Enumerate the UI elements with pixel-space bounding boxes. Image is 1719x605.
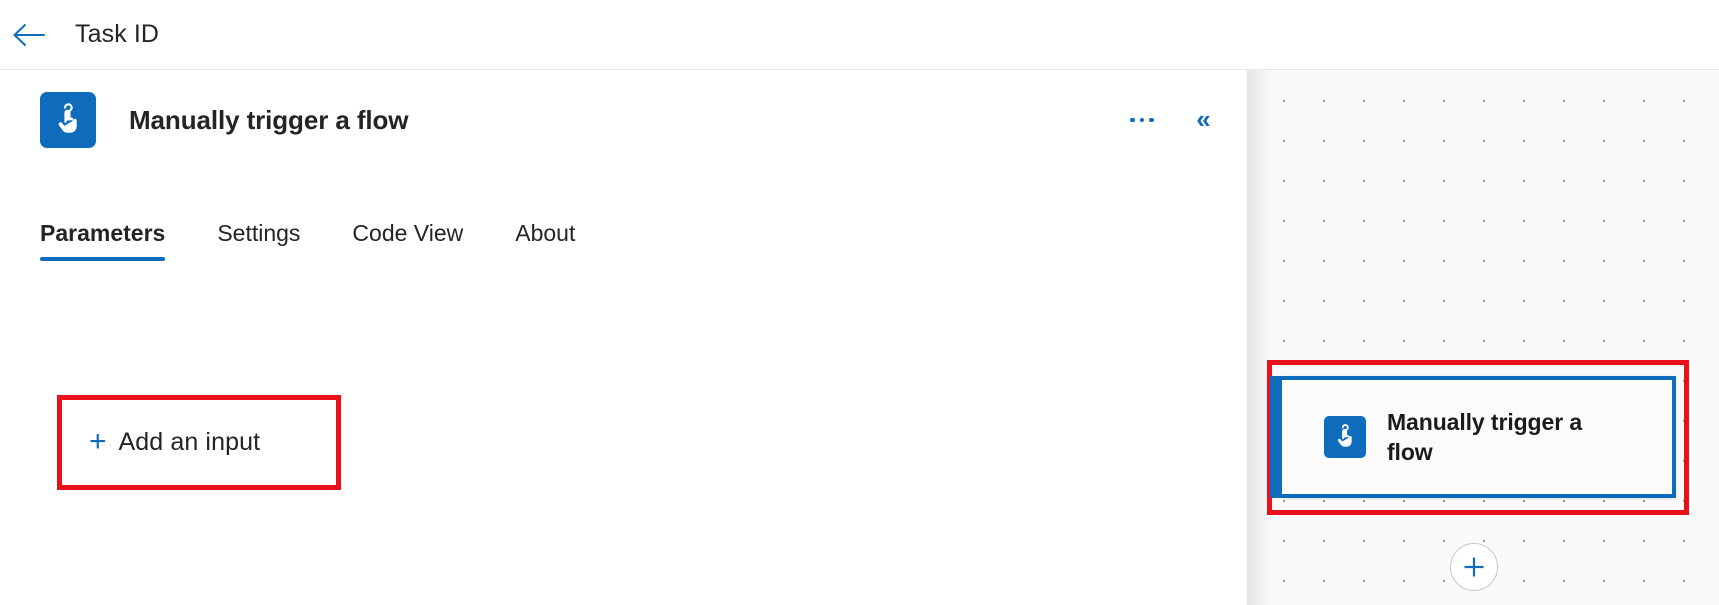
tab-parameters[interactable]: Parameters [40, 220, 166, 261]
ellipsis-horizontal-icon [1130, 117, 1154, 123]
add-an-input-label: Add an input [118, 428, 261, 456]
chevron-double-left-icon: « [1196, 104, 1211, 134]
add-node-button[interactable] [1450, 543, 1498, 591]
panel-header: Manually trigger a flow « [0, 70, 1247, 170]
main-content: Manually trigger a flow « Parameters Set… [0, 70, 1719, 605]
tab-label: Code View [352, 220, 464, 246]
add-an-input-button[interactable]: + Add an input [62, 400, 336, 485]
manual-trigger-tap-icon [40, 92, 96, 148]
flow-node-highlight-box: Manually trigger a flow [1267, 360, 1689, 515]
more-actions-button[interactable] [1123, 101, 1161, 139]
back-button[interactable] [6, 12, 52, 58]
manual-trigger-tap-icon [1324, 416, 1366, 458]
panel-title: Manually trigger a flow [129, 104, 409, 135]
arrow-left-icon [12, 23, 46, 47]
tab-label: Settings [217, 220, 301, 246]
top-bar: Task ID [0, 0, 1719, 70]
plus-icon: + [89, 424, 107, 458]
collapse-panel-button[interactable]: « [1183, 101, 1221, 139]
flow-node-selected-bar [1270, 376, 1282, 498]
flow-canvas[interactable]: Manually trigger a flow [1247, 70, 1719, 605]
page-title: Task ID [75, 20, 160, 48]
tab-settings[interactable]: Settings [217, 222, 300, 261]
flow-node-manual-trigger[interactable]: Manually trigger a flow [1270, 376, 1676, 498]
tab-label: About [515, 220, 576, 246]
panel-tabs: Parameters Settings Code View About [40, 222, 575, 261]
tab-code-view[interactable]: Code View [352, 222, 463, 261]
trigger-details-panel: Manually trigger a flow « Parameters Set… [0, 70, 1247, 605]
add-input-highlight-box: + Add an input [57, 395, 341, 490]
flow-node-label: Manually trigger a flow [1387, 408, 1583, 465]
panel-header-actions: « [1123, 70, 1221, 170]
canvas-edge-shadow [1247, 70, 1273, 605]
tab-about[interactable]: About [515, 222, 575, 261]
tab-label: Parameters [40, 220, 166, 246]
plus-circle-icon [1461, 554, 1487, 580]
